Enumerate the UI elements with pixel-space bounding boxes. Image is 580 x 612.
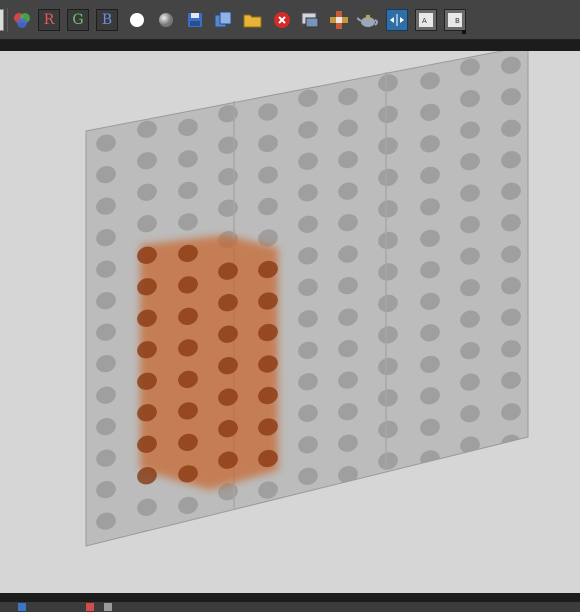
status-icon[interactable]	[18, 603, 26, 611]
dropdown-indicator	[462, 30, 466, 34]
blue-channel-button[interactable]: B	[96, 9, 118, 31]
green-channel-button[interactable]: G	[67, 9, 89, 31]
rgb-channels-icon[interactable]	[11, 9, 33, 31]
svg-text:A: A	[422, 17, 427, 25]
open-folder-icon[interactable]	[242, 9, 264, 31]
show-a-icon[interactable]: A	[415, 9, 437, 31]
mono-channel-icon[interactable]	[0, 9, 4, 31]
save-icon[interactable]	[184, 9, 206, 31]
toolbar-divider-strip	[0, 40, 580, 51]
green-channel-label: G	[72, 12, 84, 28]
blue-channel-label: B	[101, 12, 113, 28]
render-image	[0, 51, 580, 593]
red-channel-button[interactable]: R	[38, 9, 60, 31]
toolbar-separator	[7, 8, 8, 32]
transform-gizmo-icon[interactable]	[328, 9, 350, 31]
orange-box	[137, 235, 278, 490]
render-toolbar: R G B A B	[0, 0, 580, 40]
render-viewport	[0, 51, 580, 593]
teapot-icon[interactable]	[357, 9, 379, 31]
status-icon[interactable]	[104, 603, 112, 611]
compare-ab-icon[interactable]	[386, 9, 408, 31]
svg-text:B: B	[455, 17, 460, 25]
render-frame-icon[interactable]	[299, 9, 321, 31]
viewport-bottom-strip	[0, 593, 580, 602]
grey-sphere-icon[interactable]	[155, 9, 177, 31]
white-sphere-icon[interactable]	[126, 9, 148, 31]
show-b-icon[interactable]: B	[444, 9, 466, 31]
status-icon[interactable]	[86, 603, 94, 611]
copy-icon[interactable]	[212, 9, 234, 31]
red-channel-label: R	[43, 12, 55, 28]
close-icon[interactable]	[271, 9, 293, 31]
